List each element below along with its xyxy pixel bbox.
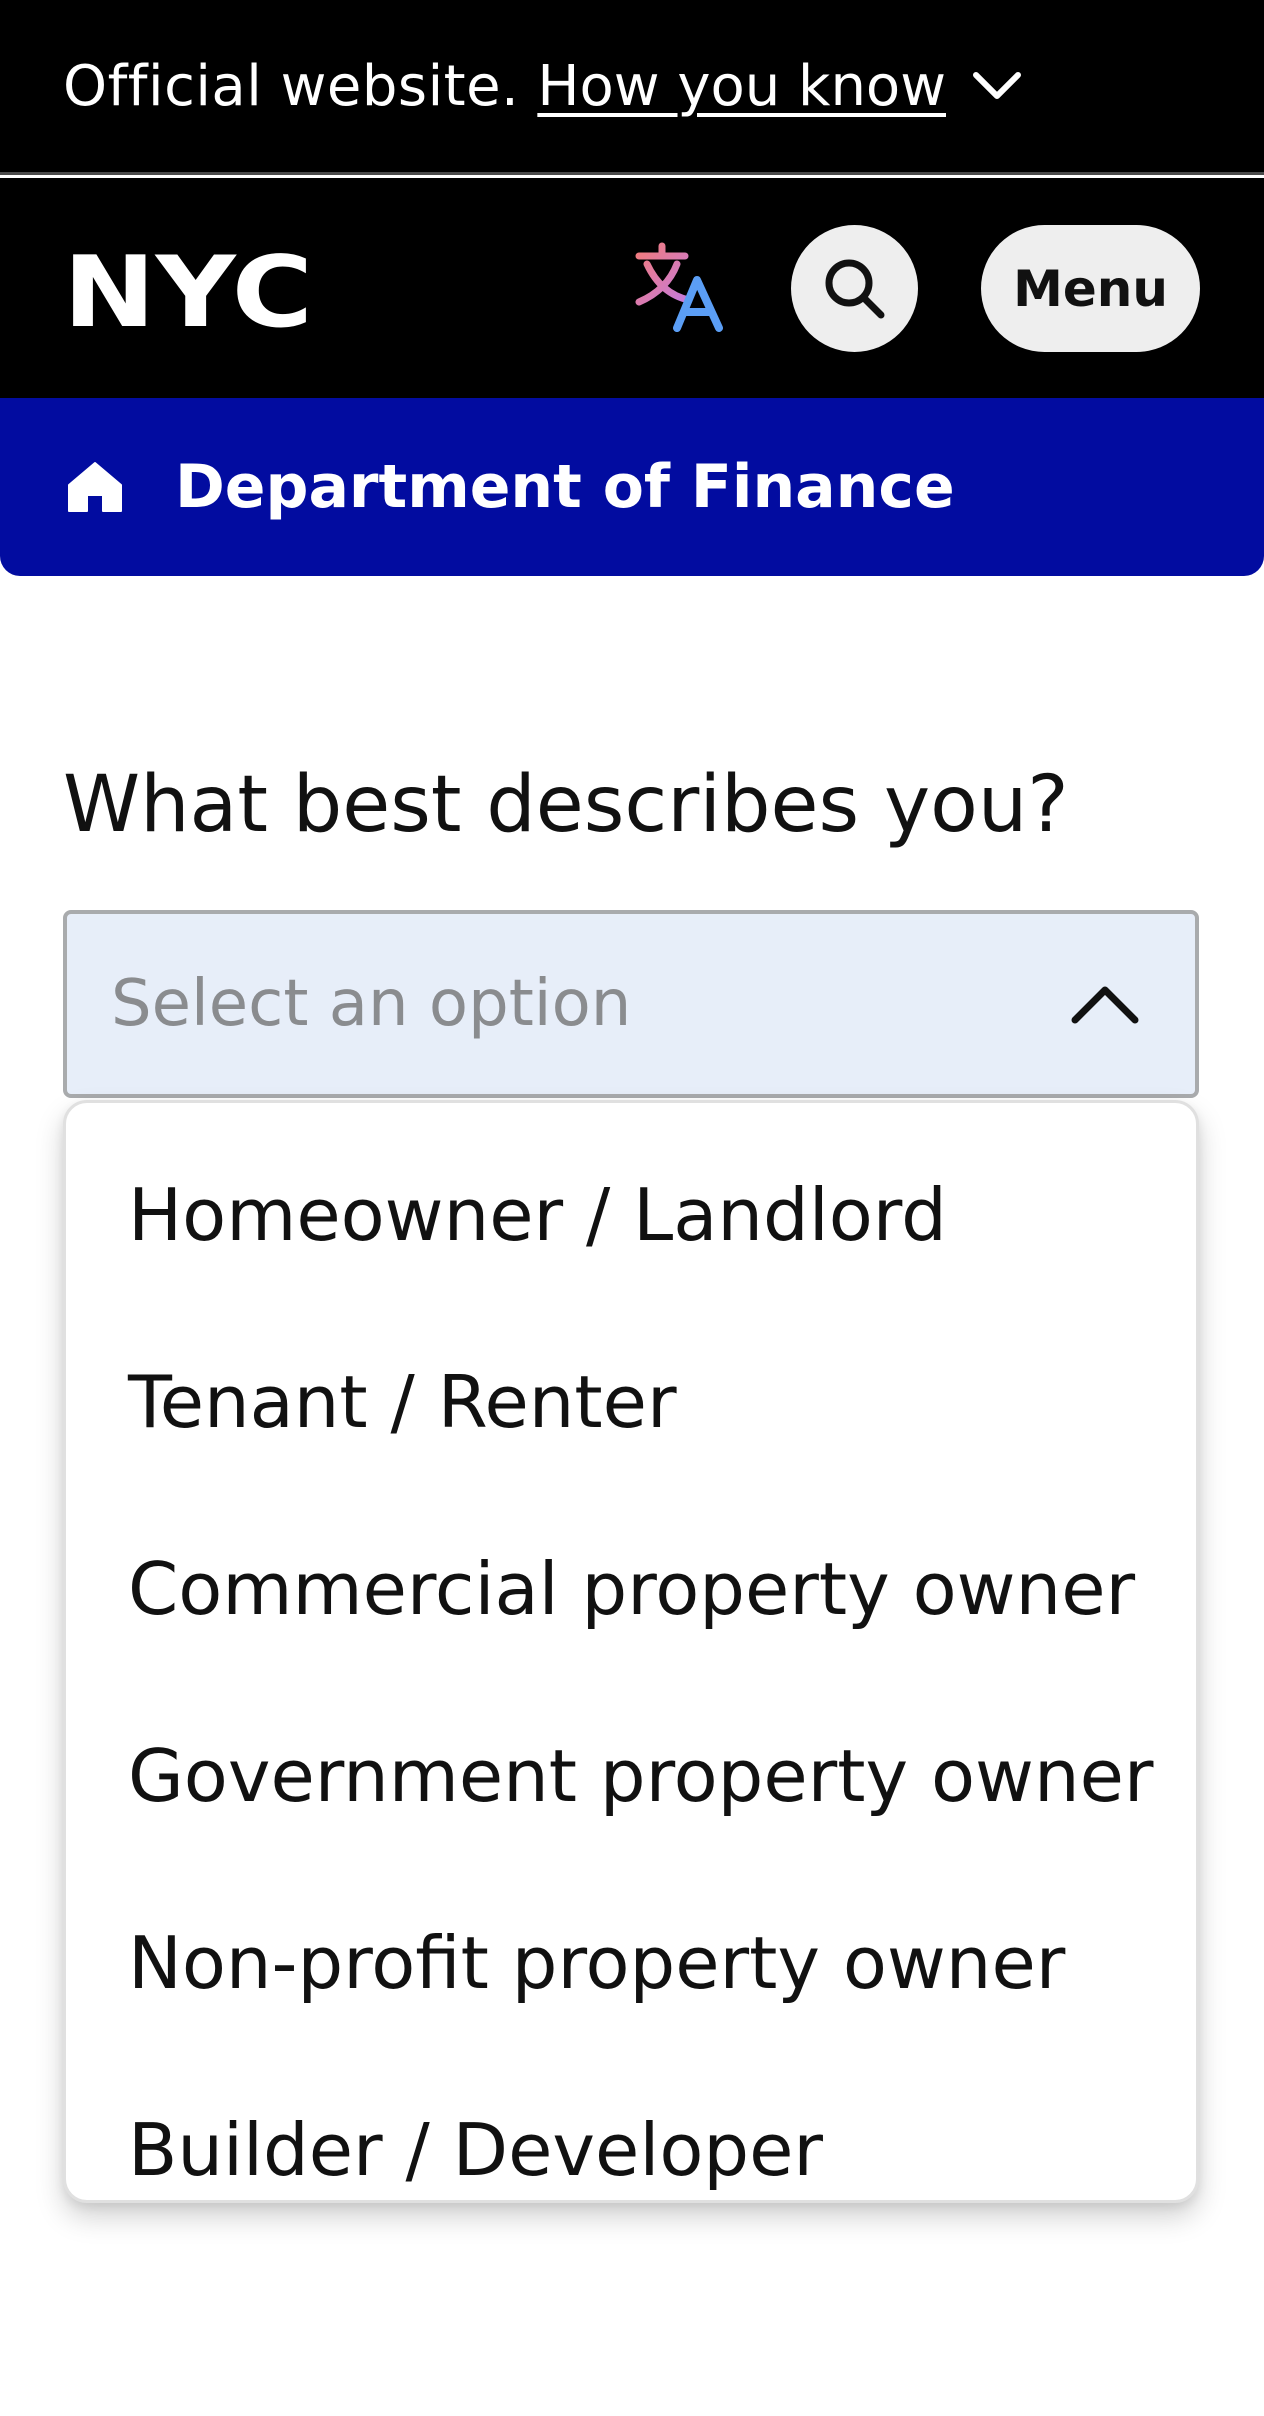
select-dropdown-list: Homeowner / Landlord Tenant / Renter Com…	[63, 1100, 1199, 2203]
department-name: Department of Finance	[175, 452, 955, 522]
option-builder-developer[interactable]: Builder / Developer	[128, 2108, 823, 2192]
option-non-profit-property-owner[interactable]: Non-profit property owner	[128, 1921, 1065, 2005]
chevron-down-icon	[973, 72, 1021, 99]
search-button[interactable]	[791, 225, 918, 352]
how-you-know-label: How you know	[537, 53, 946, 119]
select-placeholder: Select an option	[111, 967, 632, 1041]
home-icon	[68, 462, 122, 512]
option-commercial-property-owner[interactable]: Commercial property owner	[128, 1547, 1135, 1631]
site-header: NYC Menu	[0, 178, 1264, 398]
how-you-know-link[interactable]: How you know	[537, 54, 1024, 119]
menu-button[interactable]: Menu	[981, 225, 1200, 352]
option-government-property-owner[interactable]: Government property owner	[128, 1734, 1153, 1818]
translate-icon[interactable]	[633, 242, 725, 332]
official-website-text: Official website.	[63, 53, 520, 119]
role-select[interactable]: Select an option	[63, 910, 1199, 1098]
search-icon	[825, 259, 884, 318]
svg-text:NYC: NYC	[63, 248, 313, 330]
option-homeowner-landlord[interactable]: Homeowner / Landlord	[128, 1173, 947, 1257]
department-bar[interactable]: Department of Finance	[0, 398, 1264, 576]
nyc-logo[interactable]: NYC	[63, 248, 313, 330]
question-label: What best describes you?	[63, 760, 1069, 850]
chevron-up-icon	[1071, 986, 1139, 1024]
option-tenant-renter[interactable]: Tenant / Renter	[128, 1360, 677, 1444]
official-website-banner: Official website. How you know	[0, 0, 1264, 175]
